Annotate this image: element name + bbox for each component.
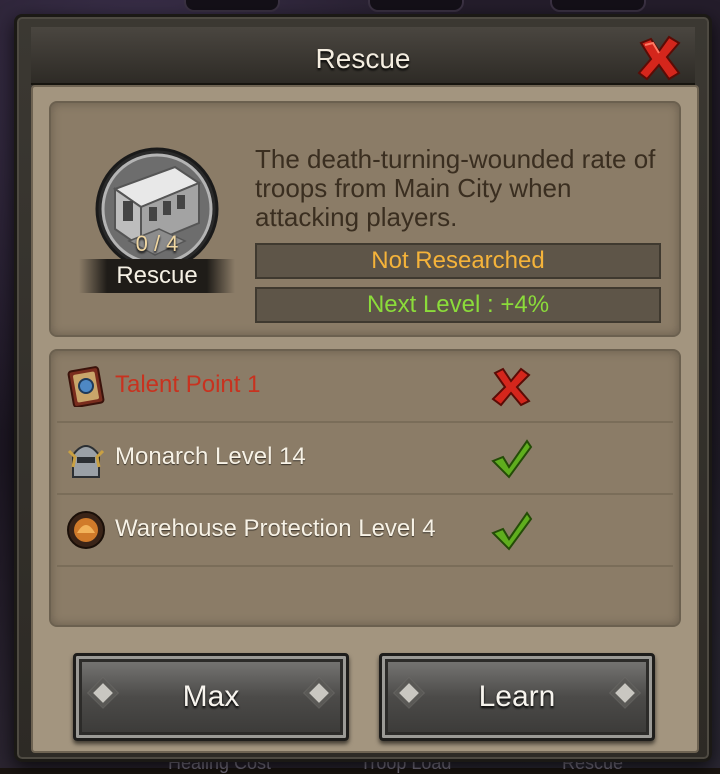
requirement-row: Talent Point 1	[57, 351, 673, 423]
learn-button-label: Learn	[478, 680, 556, 713]
monarch-helmet-icon	[65, 437, 107, 479]
skill-name-plate: Rescue	[79, 259, 235, 293]
next-level-bonus: Next Level : +4%	[255, 287, 661, 323]
learn-button[interactable]: Learn	[379, 653, 655, 741]
requirement-row: Warehouse Protection Level 4	[57, 495, 673, 567]
close-icon	[637, 35, 681, 81]
skill-description: The death-turning-wounded rate of troops…	[255, 144, 656, 232]
requirement-label: Talent Point 1	[115, 371, 261, 398]
skill-name: Rescue	[116, 262, 198, 289]
dialog-titlebar: Rescue	[31, 27, 695, 85]
checkmark-icon	[489, 509, 533, 553]
max-button-label: Max	[182, 680, 240, 713]
cross-icon	[489, 365, 533, 409]
background-tab	[368, 0, 464, 12]
rescue-dialog: Rescue 0 / 4 Rescue The death-turning-wo…	[14, 14, 712, 762]
background-tab	[184, 0, 280, 12]
requirements-panel: Talent Point 1 Monarch Level 14 Warehous…	[49, 349, 681, 627]
talent-book-icon	[65, 365, 107, 408]
background-tab	[550, 0, 646, 12]
warehouse-icon	[65, 509, 107, 551]
skill-info-panel: 0 / 4 Rescue The death-turning-wounded r…	[49, 101, 681, 337]
dialog-content: 0 / 4 Rescue The death-turning-wounded r…	[31, 85, 699, 753]
close-button[interactable]	[633, 33, 685, 85]
research-status: Not Researched	[255, 243, 661, 279]
checkmark-icon	[489, 437, 533, 481]
requirement-label: Monarch Level 14	[115, 443, 306, 470]
requirement-label: Warehouse Protection Level 4	[115, 515, 436, 542]
max-button[interactable]: Max	[73, 653, 349, 741]
requirement-row: Monarch Level 14	[57, 423, 673, 495]
skill-level: 0 / 4	[135, 231, 179, 256]
dialog-title: Rescue	[315, 43, 411, 74]
